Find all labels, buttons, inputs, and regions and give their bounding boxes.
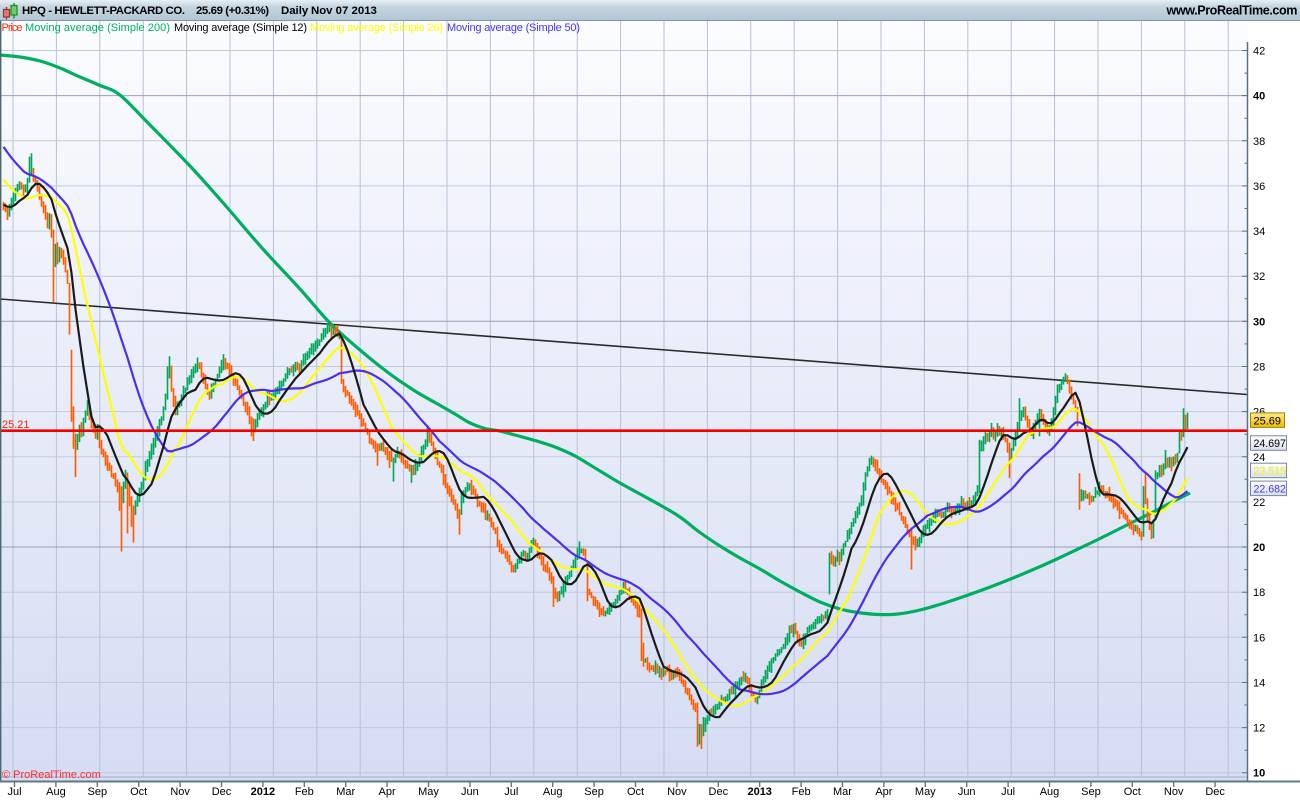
svg-text:Daily: Daily [281, 5, 309, 17]
svg-text:May: May [915, 786, 936, 798]
svg-text:12: 12 [1253, 723, 1265, 735]
svg-text:Oct: Oct [1124, 786, 1141, 798]
svg-text:36: 36 [1253, 181, 1265, 193]
svg-text:www.ProRealTime.com: www.ProRealTime.com [1166, 4, 1298, 18]
svg-text:Apr: Apr [379, 786, 396, 798]
svg-text:18: 18 [1253, 587, 1265, 599]
svg-text:Jul: Jul [504, 786, 518, 798]
svg-text:Aug: Aug [46, 786, 66, 798]
svg-text:25.69: 25.69 [1254, 415, 1282, 427]
svg-text:Moving average (Simple 12): Moving average (Simple 12) [174, 22, 307, 34]
svg-text:© ProRealTime.com: © ProRealTime.com [2, 769, 101, 781]
svg-text:24.697: 24.697 [1254, 438, 1287, 450]
svg-text:Jun: Jun [461, 786, 479, 798]
svg-text:Nov: Nov [1164, 786, 1184, 798]
svg-text:2012: 2012 [251, 786, 275, 798]
svg-text:Moving average (Simple 26): Moving average (Simple 26) [310, 22, 443, 34]
svg-text:40: 40 [1253, 91, 1265, 103]
svg-text:42: 42 [1253, 46, 1265, 58]
svg-text:Feb: Feb [295, 786, 314, 798]
svg-text:May: May [418, 786, 439, 798]
svg-text:Mar: Mar [833, 786, 852, 798]
svg-text:Moving average (Simple 50): Moving average (Simple 50) [447, 22, 580, 34]
svg-text:Aug: Aug [543, 786, 563, 798]
svg-text:23.515: 23.515 [1254, 466, 1287, 478]
svg-text:Moving average (Simple 200): Moving average (Simple 200) [25, 22, 170, 34]
svg-text:Sep: Sep [1081, 786, 1101, 798]
svg-text:Nov: Nov [667, 786, 687, 798]
svg-text:24: 24 [1253, 452, 1265, 464]
svg-text:Nov: Nov [170, 786, 190, 798]
svg-text:Mar: Mar [336, 786, 355, 798]
svg-text:Jul: Jul [1001, 786, 1015, 798]
svg-text:34: 34 [1253, 226, 1265, 238]
svg-text:Sep: Sep [584, 786, 604, 798]
svg-text:Oct: Oct [130, 786, 147, 798]
svg-text:14: 14 [1253, 678, 1265, 690]
svg-text:Price: Price [2, 22, 23, 34]
svg-text:Oct: Oct [627, 786, 644, 798]
svg-text:Dec: Dec [709, 786, 729, 798]
svg-text:Aug: Aug [1040, 786, 1060, 798]
svg-text:38: 38 [1253, 136, 1265, 148]
svg-text:Sep: Sep [88, 786, 108, 798]
svg-text:22: 22 [1253, 497, 1265, 509]
svg-text:25.69 (+0.31%): 25.69 (+0.31%) [196, 5, 269, 17]
svg-text:2013: 2013 [747, 786, 771, 798]
svg-text:Nov 07 2013: Nov 07 2013 [311, 5, 377, 17]
svg-text:32: 32 [1253, 271, 1265, 283]
svg-text:30: 30 [1253, 316, 1265, 328]
svg-text:Jul: Jul [7, 786, 21, 798]
svg-text:Jun: Jun [958, 786, 976, 798]
svg-text:10: 10 [1253, 768, 1265, 780]
svg-text:Dec: Dec [1205, 786, 1225, 798]
svg-text:Dec: Dec [212, 786, 232, 798]
svg-text:HPQ - HEWLETT-PACKARD CO.: HPQ - HEWLETT-PACKARD CO. [22, 5, 185, 17]
svg-text:25.21: 25.21 [2, 419, 30, 431]
svg-text:20: 20 [1253, 542, 1265, 554]
svg-text:16: 16 [1253, 632, 1265, 644]
svg-text:Feb: Feb [792, 786, 811, 798]
svg-text:Apr: Apr [875, 786, 892, 798]
svg-text:22.682: 22.682 [1254, 483, 1287, 495]
svg-text:28: 28 [1253, 362, 1265, 374]
